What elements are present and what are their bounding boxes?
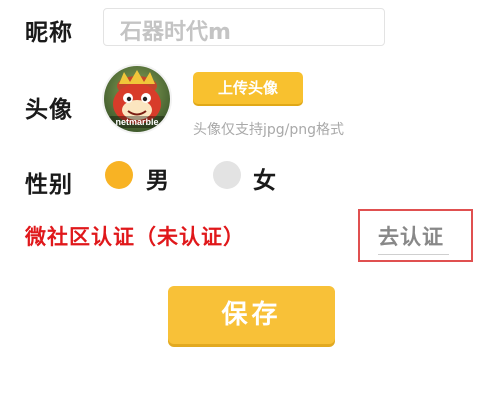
avatar-image: netmarble <box>104 66 170 132</box>
certify-underline <box>378 254 449 255</box>
gender-male-radio[interactable] <box>105 161 133 189</box>
avatar-format-hint: 头像仅支持jpg/png格式 <box>193 122 345 138</box>
nickname-input[interactable]: 石器时代m <box>103 8 385 46</box>
save-button[interactable]: 保存 <box>168 286 335 344</box>
community-certification-status: 微社区认证（未认证） <box>25 225 245 249</box>
gender-male-label[interactable]: 男 <box>146 161 169 195</box>
avatar-label: 头像 <box>25 97 73 123</box>
nickname-label: 昵称 <box>25 20 73 46</box>
certify-button-label: 去认证 <box>378 225 444 249</box>
nickname-value: 石器时代m <box>120 20 231 45</box>
avatar-badge-text: netmarble <box>115 117 158 127</box>
upload-avatar-button[interactable]: 上传头像 <box>193 72 303 104</box>
avatar[interactable]: netmarble <box>104 66 170 132</box>
gender-female-label[interactable]: 女 <box>253 161 276 195</box>
gender-female-radio[interactable] <box>213 161 241 189</box>
gender-label: 性别 <box>25 172 73 198</box>
certify-button[interactable]: 去认证 <box>358 209 473 262</box>
